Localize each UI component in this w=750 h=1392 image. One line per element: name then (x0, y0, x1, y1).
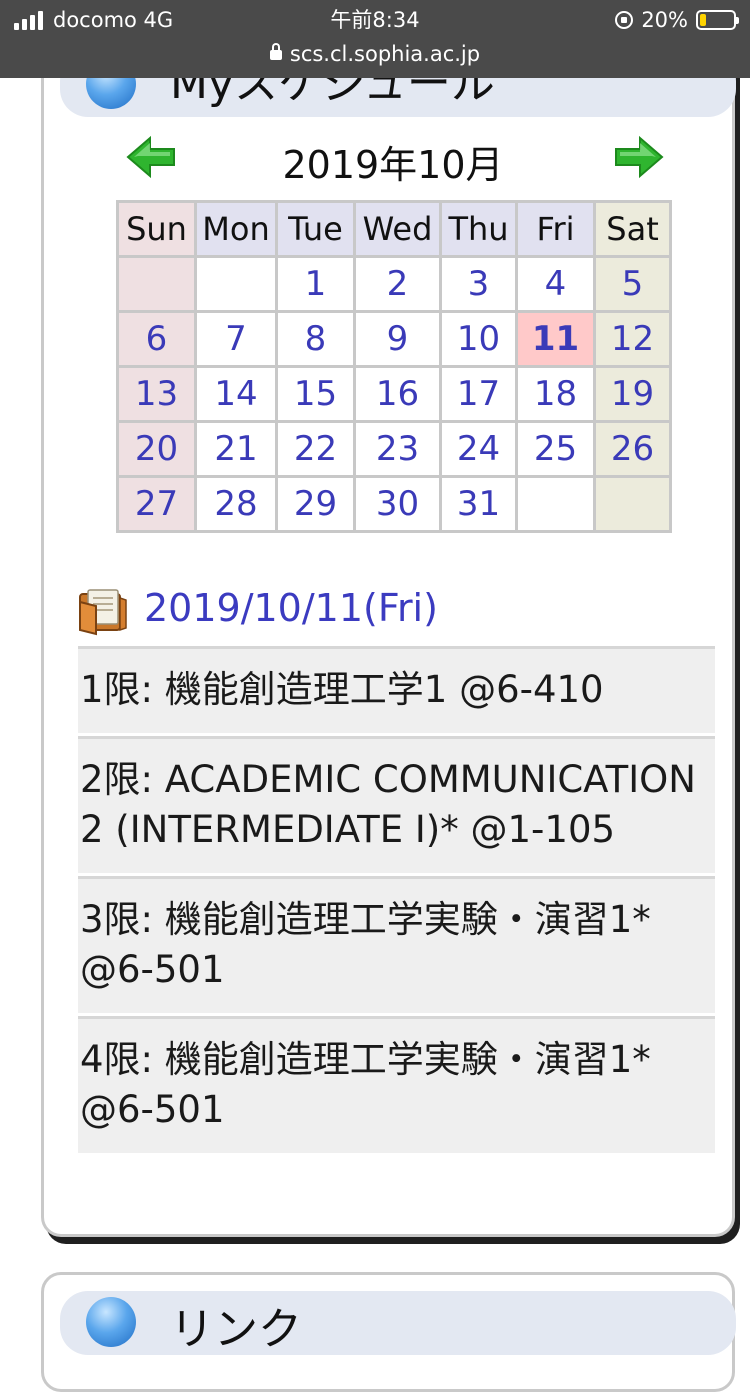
day-cell[interactable]: 2 (353, 255, 442, 313)
day-cell[interactable]: 3 (439, 255, 518, 313)
weekday-fri: Fri (515, 200, 596, 258)
day-cell[interactable]: 15 (275, 365, 356, 423)
weekday-sat: Sat (593, 200, 672, 258)
day-cell[interactable]: 23 (353, 420, 442, 478)
section-title: リンク (170, 1304, 302, 1355)
url-text: scs.cl.sophia.ac.jp (289, 42, 481, 66)
day-cell (515, 475, 596, 533)
weekday-wed: Wed (353, 200, 442, 258)
info-icon (86, 1297, 136, 1347)
address-bar[interactable]: scs.cl.sophia.ac.jp (0, 40, 750, 68)
battery-group: 20% (615, 6, 739, 34)
day-cell[interactable]: 12 (593, 310, 672, 368)
class-item[interactable]: 2限: ACADEMIC COMMUNICATION 2 (INTERMEDIA… (78, 736, 715, 873)
week-row: 20 21 22 23 24 25 26 (116, 420, 672, 478)
rotation-lock-icon (615, 11, 634, 29)
lock-icon (269, 43, 282, 60)
day-cell (593, 475, 672, 533)
day-cell[interactable]: 27 (116, 475, 197, 533)
week-row: 13 14 15 16 17 18 19 (116, 365, 672, 423)
day-cell[interactable]: 17 (439, 365, 518, 423)
weekday-thu: Thu (439, 200, 518, 258)
day-cell[interactable]: 13 (116, 365, 197, 423)
calendar-grid: Sun Mon Tue Wed Thu Fri Sat 1 2 3 4 5 6 … (116, 200, 672, 533)
day-cell[interactable]: 21 (194, 420, 278, 478)
weekday-mon: Mon (194, 200, 278, 258)
status-bar: docomo 4G 午前8:34 20% scs.cl.sophia.ac.jp (0, 0, 750, 78)
arrow-right-icon[interactable] (612, 130, 666, 184)
day-cell-today[interactable]: 11 (515, 310, 596, 368)
links-card: リンク (41, 1272, 736, 1392)
battery-icon (696, 10, 739, 30)
day-cell[interactable]: 20 (116, 420, 197, 478)
selected-date-link[interactable]: 2019/10/11(Fri) (144, 586, 438, 630)
day-cell[interactable]: 5 (593, 255, 672, 313)
day-cell[interactable]: 19 (593, 365, 672, 423)
day-cell[interactable]: 7 (194, 310, 278, 368)
day-cell[interactable]: 24 (439, 420, 518, 478)
day-cell[interactable]: 4 (515, 255, 596, 313)
day-cell[interactable]: 1 (275, 255, 356, 313)
day-cell[interactable]: 9 (353, 310, 442, 368)
class-list: 1限: 機能創造理工学1 @6-410 2限: ACADEMIC COMMUNI… (78, 646, 715, 1153)
class-item[interactable]: 1限: 機能創造理工学1 @6-410 (78, 646, 715, 733)
day-cell[interactable]: 6 (116, 310, 197, 368)
folder-icon (79, 589, 127, 636)
section-header: リンク (60, 1291, 736, 1355)
weekday-tue: Tue (275, 200, 356, 258)
day-cell (194, 255, 278, 313)
day-cell[interactable]: 18 (515, 365, 596, 423)
weekday-sun: Sun (116, 200, 197, 258)
day-cell[interactable]: 10 (439, 310, 518, 368)
day-cell[interactable]: 26 (593, 420, 672, 478)
day-cell[interactable]: 29 (275, 475, 356, 533)
calendar-header: 2019年10月 (120, 130, 666, 187)
day-cell[interactable]: 30 (353, 475, 442, 533)
weekday-row: Sun Mon Tue Wed Thu Fri Sat (116, 200, 672, 258)
battery-percent: 20% (641, 8, 688, 32)
class-item[interactable]: 3限: 機能創造理工学実験・演習1* @6-501 (78, 876, 715, 1013)
day-cell[interactable]: 31 (439, 475, 518, 533)
day-cell (116, 255, 197, 313)
class-item[interactable]: 4限: 機能創造理工学実験・演習1* @6-501 (78, 1016, 715, 1153)
week-row: 1 2 3 4 5 (116, 255, 672, 313)
calendar-title: 2019年10月 (282, 143, 504, 187)
day-cell[interactable]: 28 (194, 475, 278, 533)
week-row: 6 7 8 9 10 11 12 (116, 310, 672, 368)
day-cell[interactable]: 14 (194, 365, 278, 423)
day-cell[interactable]: 22 (275, 420, 356, 478)
day-cell[interactable]: 25 (515, 420, 596, 478)
day-cell[interactable]: 8 (275, 310, 356, 368)
day-cell[interactable]: 16 (353, 365, 442, 423)
week-row: 27 28 29 30 31 (116, 475, 672, 533)
